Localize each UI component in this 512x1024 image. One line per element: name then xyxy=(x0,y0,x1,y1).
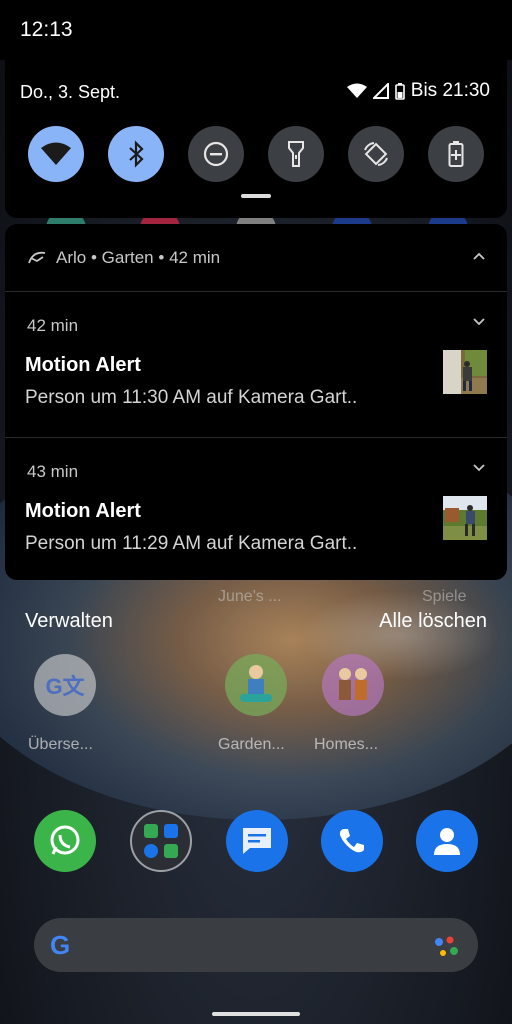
google-search-bar[interactable]: G xyxy=(34,918,478,972)
flashlight-tile[interactable] xyxy=(268,126,324,182)
header-separator: • xyxy=(90,248,97,267)
camera-thumbnail[interactable] xyxy=(443,350,487,394)
notification-actions: Verwalten Alle löschen xyxy=(0,600,512,640)
manage-button[interactable]: Verwalten xyxy=(25,610,113,633)
notification-header-text: Arlo • Garten • 42 min xyxy=(56,248,220,268)
do-not-disturb-icon xyxy=(203,141,229,167)
chevron-down-icon[interactable] xyxy=(473,318,485,326)
battery-saver-icon xyxy=(448,141,464,167)
messages-app[interactable] xyxy=(226,810,288,872)
status-bar: 12:13 xyxy=(0,0,512,60)
chevron-down-icon[interactable] xyxy=(473,464,485,472)
whatsapp-icon xyxy=(50,825,80,855)
garden-app[interactable] xyxy=(225,654,287,716)
auto-rotate-tile[interactable] xyxy=(348,126,404,182)
homescapes-app[interactable] xyxy=(322,654,384,716)
notification-item[interactable]: 43 min Motion Alert Person um 11:29 AM a… xyxy=(5,437,507,580)
battery-saver-tile[interactable] xyxy=(428,126,484,182)
camera-thumbnail[interactable] xyxy=(443,496,487,540)
garden-icon xyxy=(240,665,272,702)
translate-icon: G文 xyxy=(45,674,85,699)
bluetooth-tile[interactable] xyxy=(108,126,164,182)
wifi-icon xyxy=(41,142,71,165)
cell-signal-icon xyxy=(372,83,389,99)
messages-icon xyxy=(243,828,271,854)
qs-status-icons: Bis 21:30 xyxy=(346,80,490,102)
notification-header[interactable]: Arlo • Garten • 42 min xyxy=(5,224,507,292)
wifi-tile[interactable] xyxy=(28,126,84,182)
camera-snapshot-image xyxy=(443,496,487,540)
flashlight-icon xyxy=(288,141,304,167)
do-not-disturb-tile[interactable] xyxy=(188,126,244,182)
homescapes-icon xyxy=(339,668,367,700)
contacts-icon xyxy=(434,828,460,855)
header-app-name: Arlo xyxy=(56,248,87,267)
contacts-app[interactable] xyxy=(416,810,478,872)
notification-time: 42 min xyxy=(27,316,79,335)
auto-rotate-icon xyxy=(364,142,388,166)
header-age: 42 min xyxy=(169,248,221,267)
app-folder[interactable] xyxy=(130,810,192,872)
header-channel: Garten xyxy=(101,248,154,267)
notification-title: Motion Alert xyxy=(25,500,141,522)
qs-date[interactable]: Do., 3. Sept. xyxy=(20,82,120,103)
notification-title: Motion Alert xyxy=(25,354,141,376)
notification-body: Person um 11:29 AM auf Kamera Gart.. xyxy=(25,533,358,554)
folder-icon xyxy=(144,824,178,858)
quick-settings-panel: Do., 3. Sept. Bis 21:30 xyxy=(5,60,507,218)
clear-all-button[interactable]: Alle löschen xyxy=(379,610,487,633)
wifi-signal-icon xyxy=(346,83,367,98)
battery-icon xyxy=(394,82,405,100)
phone-icon xyxy=(339,829,364,853)
assistant-icon[interactable] xyxy=(434,934,460,958)
phone-app[interactable] xyxy=(321,810,383,872)
status-time: 12:13 xyxy=(20,18,73,41)
qs-drag-handle[interactable] xyxy=(241,194,271,198)
notification-group-arlo[interactable]: Arlo • Garten • 42 min 42 min Motion Ale… xyxy=(5,224,507,580)
google-g-icon[interactable]: G xyxy=(50,930,70,961)
notification-time: 43 min xyxy=(27,462,79,481)
bluetooth-icon xyxy=(129,140,144,168)
chevron-up-icon[interactable] xyxy=(473,252,485,260)
camera-snapshot-image xyxy=(443,350,487,394)
translate-app[interactable]: G文 xyxy=(34,654,96,716)
app-label: Überse... xyxy=(28,736,93,753)
app-label: Garden... xyxy=(218,736,285,753)
notification-body: Person um 11:30 AM auf Kamera Gart.. xyxy=(25,387,358,408)
navigation-handle[interactable] xyxy=(212,1012,300,1016)
arlo-app-icon xyxy=(28,251,46,264)
notification-item[interactable]: 42 min Motion Alert Person um 11:30 AM a… xyxy=(5,292,507,437)
app-label: Homes... xyxy=(314,736,379,753)
battery-estimate: Bis 21:30 xyxy=(410,80,490,101)
whatsapp-app[interactable] xyxy=(34,810,96,872)
header-separator: • xyxy=(158,248,165,267)
android-screen: 12:13 Do., 3. Sept. Bis 21:30 Arlo • Gar… xyxy=(0,0,512,1024)
